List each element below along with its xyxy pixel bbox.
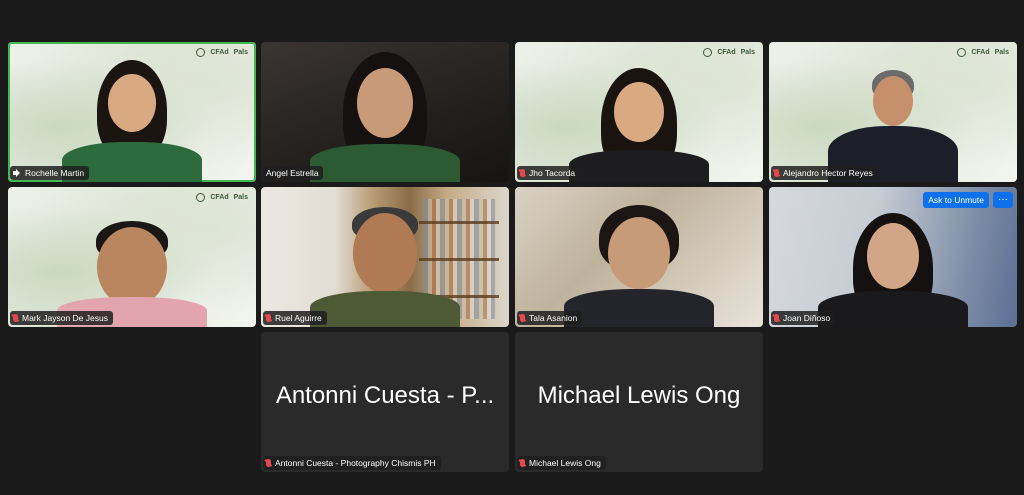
participant-name-label: Michael Lewis Ong: [517, 456, 606, 470]
muted-mic-icon: [774, 314, 779, 322]
video-tile-joan-dinoso[interactable]: Ask to Unmute ··· Joan Diñoso: [769, 187, 1017, 327]
participant-display-name: Antonni Cuesta - P...: [275, 382, 495, 409]
participant-video: [310, 197, 460, 327]
video-tile-jho-tacorda[interactable]: CFAd Pals Jho Tacorda: [515, 42, 763, 182]
participant-video: [564, 52, 714, 182]
video-tile-tala-asanion[interactable]: Tala Asanion: [515, 187, 763, 327]
participant-display-name: Michael Lewis Ong: [537, 382, 741, 409]
participant-name-label: Tala Asanion: [517, 311, 583, 325]
video-tile-rochelle-martin[interactable]: CFAd Pals Rochelle Martin: [8, 42, 256, 182]
participant-name-label: Mark Jayson De Jesus: [10, 311, 113, 325]
muted-mic-icon: [266, 459, 271, 467]
more-options-button[interactable]: ···: [993, 192, 1013, 208]
muted-mic-icon: [13, 314, 18, 322]
ask-to-unmute-button[interactable]: Ask to Unmute: [923, 192, 989, 208]
muted-mic-icon: [520, 169, 525, 177]
participant-name-label: Joan Diñoso: [771, 311, 836, 325]
video-tile-angel-estrella[interactable]: Angel Estrella: [261, 42, 509, 182]
participant-video: [57, 197, 207, 327]
participant-video: [818, 197, 968, 327]
video-tile-alejandro-hector-reyes[interactable]: CFAd Pals Alejandro Hector Reyes: [769, 42, 1017, 182]
participant-name-label: Antonni Cuesta - Photography Chismis PH: [263, 456, 441, 470]
participant-name-label: Jho Tacorda: [517, 166, 581, 180]
participant-name-label: Alejandro Hector Reyes: [771, 166, 878, 180]
participant-video: [310, 52, 460, 182]
participant-video: [564, 197, 714, 327]
participant-video: [818, 52, 968, 182]
video-tile-mark-jayson-de-jesus[interactable]: CFAd Pals Mark Jayson De Jesus: [8, 187, 256, 327]
video-tile-michael-lewis-ong[interactable]: Michael Lewis Ong Michael Lewis Ong: [515, 332, 763, 472]
participant-name-label: Angel Estrella: [263, 166, 324, 180]
muted-mic-icon: [774, 169, 779, 177]
participant-name-label: Ruel Aguirre: [263, 311, 327, 325]
muted-mic-icon: [520, 314, 525, 322]
participant-name-label: Rochelle Martin: [10, 166, 90, 180]
muted-mic-icon: [266, 314, 271, 322]
video-tile-antonni-cuesta[interactable]: Antonni Cuesta - P... Antonni Cuesta - P…: [261, 332, 509, 472]
muted-mic-icon: [520, 459, 525, 467]
video-tile-ruel-aguirre[interactable]: Ruel Aguirre: [261, 187, 509, 327]
speaker-icon: [13, 169, 21, 177]
participant-video: [57, 52, 207, 182]
